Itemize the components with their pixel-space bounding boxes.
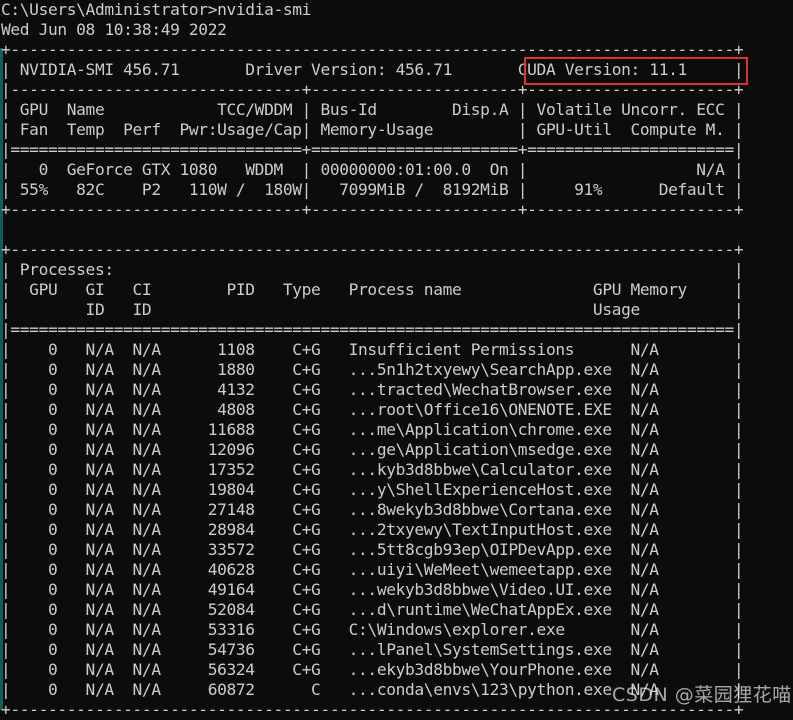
terminal-window[interactable]: C:\Users\Administrator>nvidia-smi Wed Ju… xyxy=(0,0,793,719)
nvidia-smi-output: C:\Users\Administrator>nvidia-smi Wed Ju… xyxy=(1,0,744,719)
